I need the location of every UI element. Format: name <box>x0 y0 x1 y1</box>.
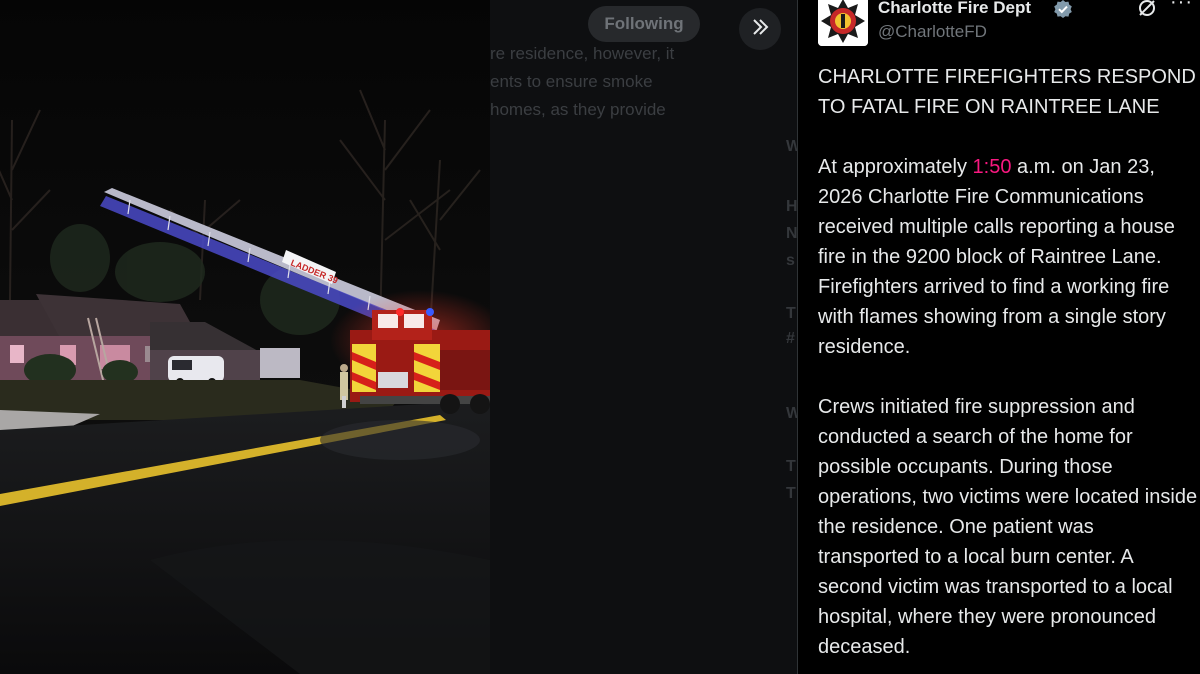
more-options-icon[interactable]: ··· <box>1170 0 1193 14</box>
background-letter: W <box>786 405 797 422</box>
double-chevron-right-icon <box>749 16 771 43</box>
post-text: CHARLOTTE FIREFIGHTERS RESPOND TO FATAL … <box>818 62 1198 674</box>
fire-scene-photo[interactable]: LADDER 39 <box>0 0 490 674</box>
author-handle[interactable]: @CharlotteFD <box>878 22 987 42</box>
background-letter: T <box>786 305 796 322</box>
post-text-segment: At approximately <box>818 156 973 178</box>
avatar[interactable] <box>818 0 868 46</box>
following-button[interactable]: Following <box>588 6 700 42</box>
background-letter: T <box>786 458 796 475</box>
background-timeline: re residence, however, it ents to ensure… <box>490 0 797 674</box>
background-letter: # <box>786 330 795 347</box>
post-detail-pane: Charlotte Fire Dept @CharlotteFD ··· CHA… <box>797 0 1200 674</box>
background-letter: T <box>786 485 796 502</box>
background-text-line: ents to ensure smoke <box>490 72 653 91</box>
background-letter: H <box>786 198 797 215</box>
background-letter: N <box>786 225 797 242</box>
background-letter: W <box>786 138 797 155</box>
verified-badge-icon <box>1053 0 1073 19</box>
background-text-line: homes, as they provide <box>490 100 666 119</box>
fire-department-badge-icon <box>818 0 868 46</box>
time-highlight[interactable]: 1:50 <box>973 156 1012 178</box>
background-text-line: re residence, however, it <box>490 44 675 63</box>
collapse-panel-button[interactable] <box>739 8 781 50</box>
grok-icon[interactable] <box>1136 0 1158 19</box>
post-headline: CHARLOTTE FIREFIGHTERS RESPOND TO FATAL … <box>818 66 1196 118</box>
background-letter: s <box>786 252 795 269</box>
post-text-segment: a.m. on Jan 23, 2026 Charlotte Fire Comm… <box>818 156 1175 358</box>
author-name[interactable]: Charlotte Fire Dept <box>878 0 1031 18</box>
post-paragraph: At approximately 1:50 a.m. on Jan 23, 20… <box>818 152 1198 362</box>
post-paragraph: Crews initiated fire suppression and con… <box>818 396 1198 658</box>
media-viewer: LADDER 39 re residence, however, it ents… <box>0 0 797 674</box>
